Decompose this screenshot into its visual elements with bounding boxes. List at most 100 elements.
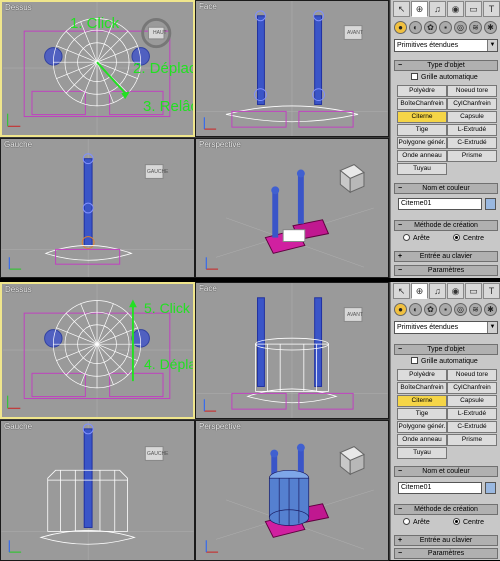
cameras-icon[interactable]: ▪: [439, 21, 452, 34]
btn-prisme[interactable]: Prisme: [447, 150, 497, 162]
viewport-top[interactable]: Dessus 5. Click 4. Déplace: [0, 282, 195, 419]
command-panel-tabs: ↖ ⊕ ♫ ◉ ▭ T: [393, 283, 500, 300]
btn-tige[interactable]: Tige: [397, 408, 447, 420]
viewport-perspective[interactable]: Perspective: [195, 138, 389, 278]
category-dropdown[interactable]: Primitives étendues ▼: [394, 39, 498, 52]
btn-capsule[interactable]: Capsule: [447, 395, 497, 407]
btn-tuyau[interactable]: Tuyau: [397, 447, 447, 459]
viewport-perspective[interactable]: Perspective: [195, 420, 389, 561]
object-type-rollout[interactable]: − Type d'objet: [394, 344, 498, 355]
lights-icon[interactable]: ✿: [424, 303, 437, 316]
geometry-icon[interactable]: ●: [394, 21, 407, 34]
motion-tab-icon[interactable]: ◉: [447, 1, 464, 17]
creation-method-rollout[interactable]: − Méthode de création: [394, 220, 498, 231]
spacewarps-icon[interactable]: ≋: [469, 21, 482, 34]
keyboard-entry-rollout[interactable]: + Entrée au clavier: [394, 251, 498, 262]
viewport-left[interactable]: Gauche GAUCHE: [0, 138, 195, 278]
systems-icon[interactable]: ✱: [484, 303, 497, 316]
cameras-icon[interactable]: ▪: [439, 303, 452, 316]
select-tool-icon[interactable]: ↖: [393, 1, 410, 17]
object-name-input[interactable]: Citerne01: [398, 482, 482, 494]
radio-edge[interactable]: Arête: [403, 234, 430, 244]
view-cube-label: GAUCHE: [147, 169, 169, 175]
shapes-icon[interactable]: ◐: [409, 303, 422, 316]
parameters-rollout[interactable]: − Paramètres: [394, 548, 498, 559]
name-color-rollout[interactable]: − Nom et couleur: [394, 183, 498, 194]
btn-prisme[interactable]: Prisme: [447, 434, 497, 446]
motion-tab-icon[interactable]: ◉: [447, 283, 464, 299]
rollout-title: Méthode de création: [414, 222, 478, 229]
object-color-swatch[interactable]: [485, 482, 496, 494]
create-tab-icon[interactable]: ⊕: [411, 283, 428, 299]
radio-button[interactable]: [403, 518, 410, 525]
display-tab-icon[interactable]: ▭: [465, 1, 482, 17]
btn-tuyau[interactable]: Tuyau: [397, 163, 447, 175]
select-tool-icon[interactable]: ↖: [393, 283, 410, 299]
btn-capsule[interactable]: Capsule: [447, 111, 497, 123]
hierarchy-tab-icon[interactable]: ♫: [429, 283, 446, 299]
btn-tige[interactable]: Tige: [397, 124, 447, 136]
btn-cylchanfrein[interactable]: CylChanfrein: [447, 382, 497, 394]
create-subtabs: ● ◐ ✿ ▪ ◎ ≋ ✱: [394, 21, 497, 37]
checkbox-box[interactable]: [411, 73, 418, 80]
radio-label: Arête: [413, 235, 430, 242]
radio-button[interactable]: [453, 234, 460, 241]
btn-polyedre[interactable]: Polyèdre: [397, 369, 447, 381]
btn-l-extrude[interactable]: L-Extrudé: [447, 408, 497, 420]
category-dropdown[interactable]: Primitives étendues ▼: [394, 321, 498, 334]
btn-noeud-tore[interactable]: Noeud tore: [447, 85, 497, 97]
btn-polyedre[interactable]: Polyèdre: [397, 85, 447, 97]
btn-noeud-tore[interactable]: Noeud tore: [447, 369, 497, 381]
create-tab-icon[interactable]: ⊕: [411, 1, 428, 17]
autogrid-checkbox[interactable]: Grille automatique: [411, 357, 478, 367]
chevron-down-icon[interactable]: ▼: [487, 40, 497, 51]
parameters-rollout[interactable]: − Paramètres: [394, 265, 498, 276]
spacewarps-icon[interactable]: ≋: [469, 303, 482, 316]
btn-citerne[interactable]: Citerne: [397, 111, 447, 123]
lights-icon[interactable]: ✿: [424, 21, 437, 34]
object-color-swatch[interactable]: [485, 198, 496, 210]
btn-l-extrude[interactable]: L-Extrudé: [447, 124, 497, 136]
object-name-input[interactable]: Citerne01: [398, 198, 482, 210]
utilities-tab-icon[interactable]: T: [483, 283, 500, 299]
viewport-left[interactable]: Gauche GAUCHE: [0, 420, 195, 561]
keyboard-entry-rollout[interactable]: + Entrée au clavier: [394, 535, 498, 546]
radio-button[interactable]: [403, 234, 410, 241]
radio-center[interactable]: Centre: [453, 234, 484, 244]
btn-onde-anneau[interactable]: Onde anneau: [397, 150, 447, 162]
creation-method-rollout[interactable]: − Méthode de création: [394, 504, 498, 515]
checkbox-box[interactable]: [411, 357, 418, 364]
systems-icon[interactable]: ✱: [484, 21, 497, 34]
display-tab-icon[interactable]: ▭: [465, 283, 482, 299]
object-type-rollout[interactable]: − Type d'objet: [394, 60, 498, 71]
viewport-top[interactable]: Dessus HAUT 1. Click 2. Déplace 3. Relâc…: [0, 0, 195, 137]
rollout-title: Entrée au clavier: [419, 537, 473, 544]
chevron-down-icon[interactable]: ▼: [487, 322, 497, 333]
geometry-icon[interactable]: ●: [394, 303, 407, 316]
helpers-icon[interactable]: ◎: [454, 303, 467, 316]
btn-polygone-gener[interactable]: Polygone génér.: [397, 421, 447, 433]
view-cube-label: AVANT: [347, 30, 363, 36]
btn-citerne[interactable]: Citerne: [397, 395, 447, 407]
autogrid-checkbox[interactable]: Grille automatique: [411, 73, 478, 83]
btn-boitechanfrein[interactable]: BoîteChanfrein: [397, 98, 447, 110]
btn-c-extrude[interactable]: C-Extrudé: [447, 137, 497, 149]
viewport-front[interactable]: Face AVANT: [195, 0, 389, 137]
step-5-click-text: 5. Click: [144, 300, 190, 316]
viewport-front[interactable]: Face AVANT: [195, 282, 389, 419]
btn-boitechanfrein[interactable]: BoîteChanfrein: [397, 382, 447, 394]
btn-onde-anneau[interactable]: Onde anneau: [397, 434, 447, 446]
radio-edge[interactable]: Arête: [403, 518, 430, 528]
shapes-icon[interactable]: ◐: [409, 21, 422, 34]
radio-button[interactable]: [453, 518, 460, 525]
btn-c-extrude[interactable]: C-Extrudé: [447, 421, 497, 433]
hierarchy-tab-icon[interactable]: ♫: [429, 1, 446, 17]
btn-cylchanfrein[interactable]: CylChanfrein: [447, 98, 497, 110]
utilities-tab-icon[interactable]: T: [483, 1, 500, 17]
radio-center[interactable]: Centre: [453, 518, 484, 528]
collapse-icon: −: [398, 346, 403, 353]
btn-polygone-gener[interactable]: Polygone génér.: [397, 137, 447, 149]
viewport-perspective-scene: [205, 164, 374, 270]
name-color-rollout[interactable]: − Nom et couleur: [394, 466, 498, 477]
helpers-icon[interactable]: ◎: [454, 21, 467, 34]
